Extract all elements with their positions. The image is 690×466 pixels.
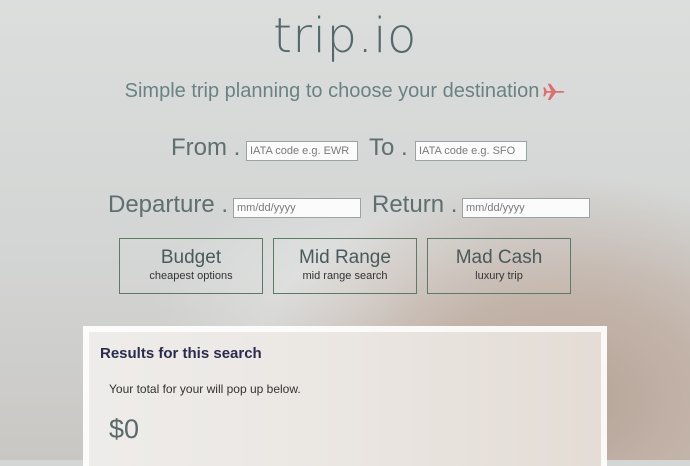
from-input[interactable] xyxy=(246,141,358,161)
subtitle-text: Simple trip planning to choose your dest… xyxy=(124,80,540,102)
results-total: $0 xyxy=(109,414,140,444)
return-date-input[interactable] xyxy=(462,198,590,218)
mad-cash-button-label: Mad Cash xyxy=(455,247,543,268)
mid-range-button-label: Mid Range xyxy=(299,247,391,268)
to-label: To . xyxy=(369,134,408,161)
mid-range-button-sublabel: mid range search xyxy=(302,270,388,282)
mad-cash-button-sublabel: luxury trip xyxy=(475,270,523,282)
page-title: trip.io xyxy=(273,8,417,64)
mid-range-button[interactable]: Mid Range mid range search xyxy=(273,238,417,294)
departure-label: Departure . xyxy=(108,191,229,218)
from-label: From . xyxy=(171,134,241,161)
departure-date-input[interactable] xyxy=(233,198,361,218)
page-subtitle: Simple trip planning to choose your dest… xyxy=(0,80,690,103)
results-panel: Results for this search Your total for y… xyxy=(83,326,607,466)
mad-cash-button[interactable]: Mad Cash luxury trip xyxy=(427,238,571,294)
budget-button[interactable]: Budget cheapest options xyxy=(119,238,263,294)
budget-button-label: Budget xyxy=(160,247,222,268)
results-panel-body: Results for this search Your total for y… xyxy=(89,332,601,466)
results-note: Your total for your will pop up below. xyxy=(109,382,301,396)
results-heading: Results for this search xyxy=(100,345,262,362)
airplane-icon xyxy=(543,83,565,100)
budget-button-sublabel: cheapest options xyxy=(149,270,233,282)
return-label: Return . xyxy=(372,191,458,218)
to-input[interactable] xyxy=(415,141,527,161)
